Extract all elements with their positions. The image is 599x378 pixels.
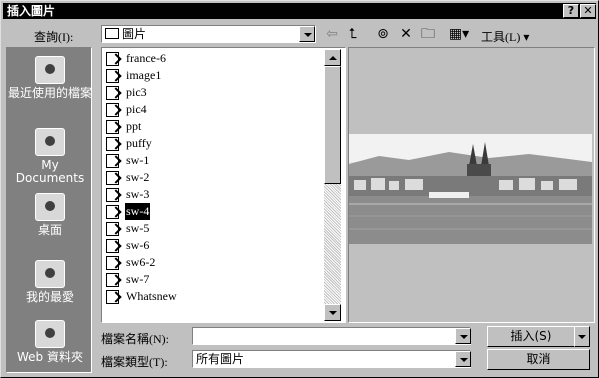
look-in-label: 查詢(I):: [34, 30, 74, 44]
insert-button[interactable]: 插入(S): [487, 326, 575, 347]
insert-options-button[interactable]: [574, 326, 590, 347]
place-label: My Documents: [15, 158, 85, 185]
back-arrow-icon[interactable]: ⇦: [323, 25, 341, 43]
close-button[interactable]: ✕: [580, 4, 596, 18]
title-bar: 插入圖片 ? ✕: [3, 3, 596, 19]
scroll-up-button[interactable]: [324, 49, 341, 66]
place-my-documents[interactable]: My Documents: [7, 128, 93, 185]
tools-label: 工具(L): [481, 30, 521, 44]
file-list: france-6 image1 pic3 pic4 ppt puffy sw-1…: [101, 47, 346, 323]
image-file-icon: [106, 120, 119, 134]
web-folder-icon: [35, 320, 65, 348]
delete-icon[interactable]: ✕: [397, 25, 415, 43]
image-file-icon: [106, 86, 119, 100]
image-file-icon: [106, 69, 119, 83]
place-label: 我的最愛: [25, 290, 74, 304]
scroll-thumb[interactable]: [324, 66, 341, 184]
history-icon: [35, 56, 65, 84]
image-file-icon: [106, 273, 119, 287]
up-folder-icon[interactable]: ⮤: [344, 25, 362, 43]
image-file-icon: [106, 239, 119, 253]
place-history[interactable]: 最近使用的檔案: [7, 56, 93, 100]
place-label: Web 資料夾: [17, 350, 83, 364]
image-file-icon: [106, 154, 119, 168]
image-file-icon: [106, 205, 119, 219]
image-file-icon: [106, 171, 119, 185]
preview-image: [349, 134, 592, 244]
place-desktop[interactable]: 桌面: [7, 193, 93, 237]
look-in-dropdown[interactable]: 圖片: [101, 25, 316, 43]
scroll-down-button[interactable]: [324, 304, 341, 321]
image-file-icon: [106, 290, 119, 304]
views-icon[interactable]: ▦▾: [444, 25, 474, 43]
search-web-icon[interactable]: ⊚: [374, 25, 392, 43]
image-file-icon: [106, 188, 119, 202]
chevron-down-icon[interactable]: [299, 26, 315, 42]
place-label: 最近使用的檔案: [7, 86, 92, 100]
look-in-value: 圖片: [122, 27, 147, 41]
image-file-icon: [106, 222, 119, 236]
image-file-icon: [106, 256, 119, 270]
window-title: 插入圖片: [7, 4, 56, 18]
filetype-label: 檔案類型(T):: [101, 355, 168, 369]
preview-pane: [348, 47, 595, 323]
tools-menu[interactable]: 工具(L) ▾: [481, 28, 529, 45]
insert-picture-dialog: 插入圖片 ? ✕ 查詢(I): 圖片 ⇦ ⮤ ⊚ ✕ 🗀 ▦▾ 工具(L) ▾ …: [0, 0, 599, 378]
file-list-scrollbar[interactable]: [324, 49, 341, 321]
image-file-icon: [106, 103, 119, 117]
chevron-down-icon[interactable]: [455, 351, 471, 367]
filetype-dropdown[interactable]: 所有圖片: [192, 350, 471, 368]
desktop-icon: [35, 193, 65, 221]
place-favorites[interactable]: 我的最愛: [7, 260, 93, 304]
image-file-icon: [106, 137, 119, 151]
cancel-button[interactable]: 取消: [487, 349, 590, 370]
folder-icon: [105, 28, 119, 39]
filename-input[interactable]: [192, 327, 471, 345]
favorites-icon: [35, 260, 65, 288]
filetype-value: 所有圖片: [196, 352, 245, 366]
place-label: 桌面: [37, 223, 62, 237]
places-bar: 最近使用的檔案 My Documents 桌面 我的最愛 Web 資料夾: [6, 47, 92, 373]
filename-label: 檔案名稱(N):: [101, 332, 169, 346]
help-button[interactable]: ?: [563, 4, 579, 18]
documents-folder-icon: [35, 128, 65, 156]
place-web-folders[interactable]: Web 資料夾: [7, 320, 93, 364]
new-folder-icon[interactable]: 🗀: [419, 25, 437, 43]
image-file-icon: [106, 52, 119, 66]
chevron-down-icon[interactable]: [455, 328, 471, 344]
